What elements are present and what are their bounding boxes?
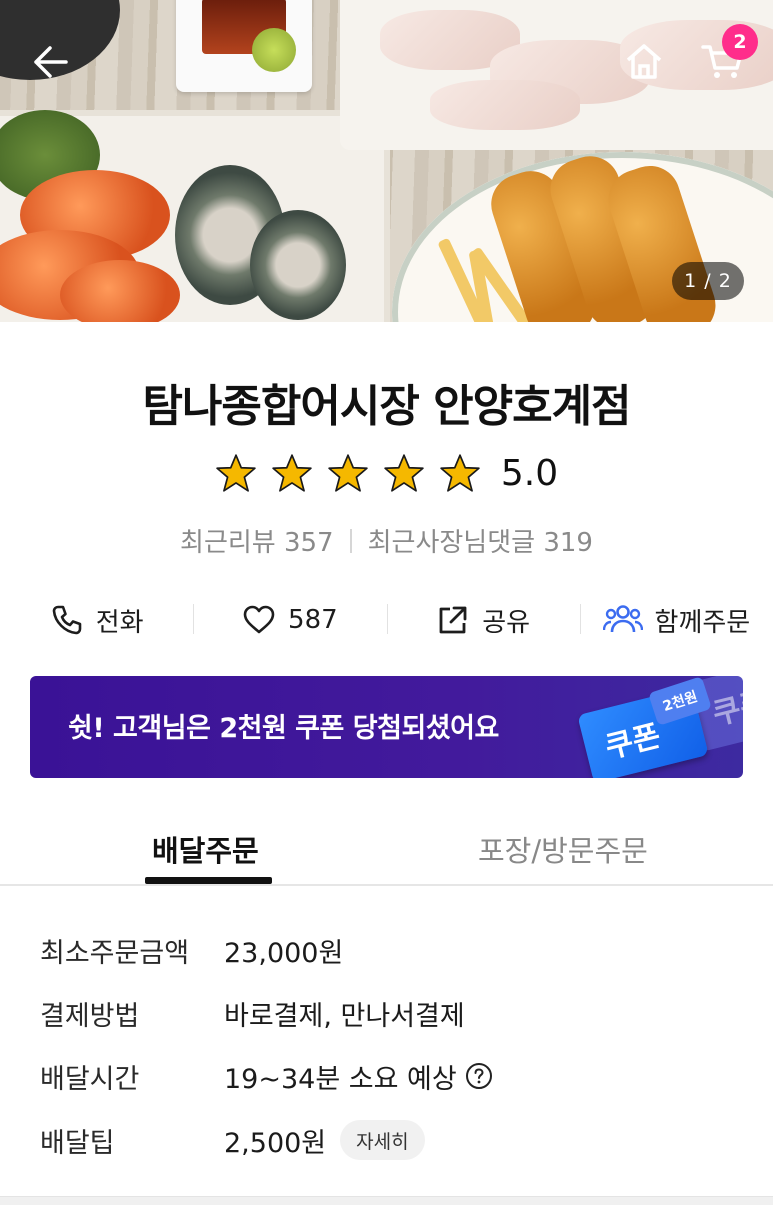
like-button[interactable]: 587 xyxy=(193,596,386,644)
image-pager: 1 / 2 xyxy=(672,262,744,300)
rating-value: 5.0 xyxy=(500,452,559,494)
owner-replies-link[interactable]: 최근사장님댓글 319 xyxy=(368,522,593,559)
like-count: 587 xyxy=(288,605,338,635)
group-users-icon xyxy=(602,605,643,633)
recent-reviews-link[interactable]: 최근리뷰 357 xyxy=(180,522,334,559)
share-icon xyxy=(439,606,467,634)
tab-pickup-label: 포장/방문주문 xyxy=(478,834,648,868)
payment-row: 결제방법 바로결제, 만나서결제 xyxy=(40,991,465,1035)
min-order-label: 최소주문금액 xyxy=(40,937,190,969)
section-divider xyxy=(0,1196,773,1205)
heart-icon xyxy=(243,605,275,634)
star-icon xyxy=(440,454,480,492)
min-order-row: 최소주문금액 23,000원 xyxy=(40,928,343,972)
phone-icon xyxy=(52,605,82,635)
star-icon xyxy=(216,454,256,492)
delivery-time-value: 19~34분 소요 예상 xyxy=(224,1063,457,1095)
delivery-tip-label: 배달팁 xyxy=(40,1127,115,1159)
divider xyxy=(349,528,352,553)
payment-label: 결제방법 xyxy=(40,1000,140,1032)
group-order-button[interactable]: 함께주문 xyxy=(579,596,773,644)
delivery-time-row: 배달시간 19~34분 소요 예상 xyxy=(40,1054,493,1098)
back-arrow-icon[interactable] xyxy=(26,40,74,84)
call-label: 전화 xyxy=(95,607,144,638)
action-bar: 전화 587 공유 함께주문 xyxy=(0,596,773,644)
payment-value: 바로결제, 만나서결제 xyxy=(224,1000,465,1032)
help-icon[interactable] xyxy=(465,1062,493,1090)
tab-delivery-order[interactable]: 배달주문 xyxy=(0,808,414,884)
wasabi xyxy=(252,28,296,72)
delivery-tip-row: 배달팁 2,500원 자세히 xyxy=(40,1118,425,1162)
prawn xyxy=(60,260,180,322)
review-stats: 최근리뷰 357 최근사장님댓글 319 xyxy=(0,522,773,559)
delivery-tip-value: 2,500원 xyxy=(224,1127,327,1159)
cart-count-badge: 2 xyxy=(722,24,758,60)
delivery-time-label: 배달시간 xyxy=(40,1063,140,1095)
abalone xyxy=(250,210,346,320)
coupon-banner[interactable]: 쉿! 고객님은 2천원 쿠폰 당첨되셨어요 쿠폰 쿠폰 2천원 xyxy=(30,676,743,778)
order-type-tabs: 배달주문 포장/방문주문 xyxy=(0,808,773,886)
call-button[interactable]: 전화 xyxy=(0,596,193,644)
store-name: 탐나종합어시장 안양호계점 xyxy=(142,381,631,432)
star-icon xyxy=(384,454,424,492)
tab-delivery-label: 배달주문 xyxy=(152,834,259,868)
star-icon xyxy=(272,454,312,492)
star-icon xyxy=(328,454,368,492)
share-label: 공유 xyxy=(482,607,531,638)
share-button[interactable]: 공유 xyxy=(386,596,580,644)
group-order-label: 함께주문 xyxy=(654,607,751,638)
hero-image-carousel[interactable]: 2 1 / 2 xyxy=(0,0,773,322)
home-icon[interactable] xyxy=(620,38,668,84)
coupon-banner-text: 쉿! 고객님은 2천원 쿠폰 당첨되셨어요 xyxy=(68,713,499,744)
min-order-value: 23,000원 xyxy=(224,937,344,969)
tab-pickup-order[interactable]: 포장/방문주문 xyxy=(414,808,773,884)
delivery-tip-detail-button[interactable]: 자세히 xyxy=(340,1120,425,1160)
delivery-time-value-wrap: 19~34분 소요 예상 xyxy=(224,1057,493,1096)
rating-row: 5.0 xyxy=(0,452,773,494)
